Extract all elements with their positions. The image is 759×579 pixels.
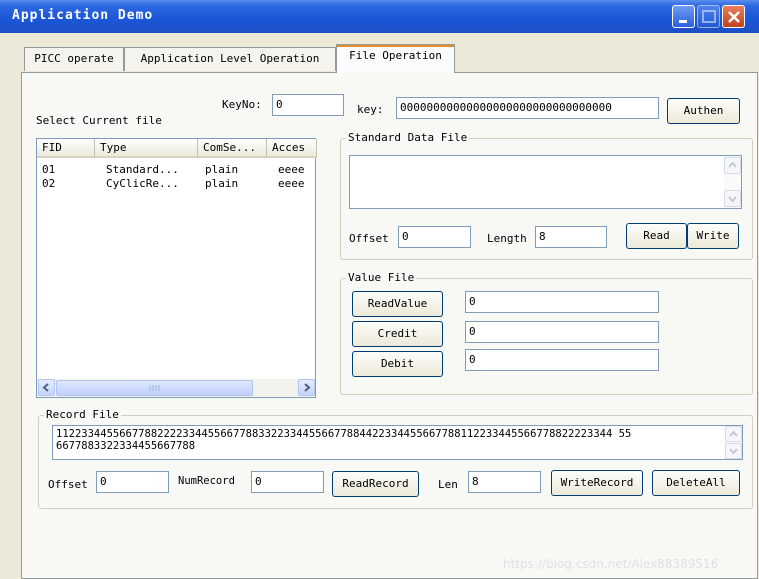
write-record-button[interactable]: WriteRecord — [551, 470, 643, 496]
read-value-button[interactable]: ReadValue — [352, 291, 443, 317]
keyno-label: KeyNo: — [222, 98, 262, 111]
key-input[interactable]: 00000000000000000000000000000000 — [396, 97, 659, 119]
grip-icon — [149, 385, 160, 391]
scroll-up-button[interactable] — [725, 426, 742, 442]
window-title: Application Demo — [12, 8, 154, 23]
record-file-content: 1122334455667788222233445566778833223344… — [53, 426, 742, 452]
arrow-down-icon — [728, 196, 737, 203]
record-line-1: 1122334455667788222233445566778833223344… — [56, 428, 632, 440]
cell-comset: plain — [205, 163, 239, 176]
length-label: Length — [487, 232, 527, 245]
read-record-button[interactable]: ReadRecord — [332, 471, 419, 497]
arrow-right-icon — [304, 383, 311, 392]
credit-button[interactable]: Credit — [352, 321, 443, 347]
scroll-thumb[interactable] — [56, 380, 253, 396]
offset-input[interactable]: 0 — [398, 226, 471, 248]
cell-fid: 02 — [42, 177, 56, 190]
table-row[interactable]: 02 CyClicRe... plain eeee — [37, 177, 315, 191]
record-offset-input[interactable]: 0 — [96, 471, 169, 493]
cell-type: Standard... — [106, 163, 179, 176]
close-button[interactable] — [722, 5, 745, 28]
standard-data-textarea[interactable] — [349, 155, 742, 209]
select-file-label: Select Current file — [36, 114, 162, 127]
authen-button[interactable]: Authen — [667, 98, 740, 124]
file-list[interactable]: FID Type ComSe... Acces 01 Standard... p… — [36, 138, 317, 398]
record-offset-label: Offset — [48, 478, 88, 491]
numrecord-label: NumRecord — [178, 475, 235, 487]
delete-all-button[interactable]: DeleteAll — [652, 470, 740, 496]
key-label: key: — [357, 103, 384, 116]
cell-fid: 01 — [42, 163, 56, 176]
arrow-left-icon — [42, 383, 49, 392]
cell-type: CyClicRe... — [106, 177, 179, 190]
table-row[interactable]: 01 Standard... plain eeee — [37, 163, 315, 177]
column-type[interactable]: Type — [95, 139, 198, 158]
keyno-input[interactable]: 0 — [272, 94, 344, 116]
maximize-button[interactable] — [697, 5, 720, 28]
watermark: https://blog.csdn.net/Alex88389516 — [503, 557, 719, 571]
cell-access: eeee — [278, 177, 305, 190]
read-button[interactable]: Read — [626, 223, 687, 249]
numrecord-input[interactable]: 0 — [251, 471, 324, 493]
credit-input[interactable]: 0 — [465, 321, 659, 343]
tab-picc-operate[interactable]: PICC operate — [24, 47, 124, 71]
len-label: Len — [438, 478, 458, 491]
arrow-down-icon — [729, 448, 738, 455]
record-file-legend: Record File — [44, 408, 121, 421]
minimize-icon — [679, 20, 687, 23]
maximize-icon — [702, 10, 716, 23]
tab-application-level-operation[interactable]: Application Level Operation — [124, 47, 336, 71]
len-input[interactable]: 8 — [468, 471, 541, 493]
minimize-button[interactable] — [672, 5, 695, 28]
column-fid[interactable]: FID — [37, 139, 95, 158]
scroll-right-button[interactable] — [298, 379, 315, 396]
cell-comset: plain — [205, 177, 239, 190]
cell-access: eeee — [278, 163, 305, 176]
debit-button[interactable]: Debit — [352, 351, 443, 377]
debit-input[interactable]: 0 — [465, 349, 659, 371]
column-access[interactable]: Acces — [267, 139, 317, 158]
arrow-up-icon — [728, 161, 737, 168]
file-list-header: FID Type ComSe... Acces — [37, 139, 317, 158]
scroll-left-button[interactable] — [38, 379, 55, 396]
column-comset[interactable]: ComSe... — [198, 139, 267, 158]
scroll-down-button[interactable] — [725, 443, 742, 459]
horizontal-scrollbar[interactable] — [37, 379, 315, 397]
length-input[interactable]: 8 — [535, 226, 607, 248]
vertical-scrollbar[interactable] — [725, 426, 742, 459]
read-value-input[interactable]: 0 — [465, 291, 659, 313]
offset-label: Offset — [349, 232, 389, 245]
tab-file-operation[interactable]: File Operation — [336, 44, 455, 73]
record-line-2: 6677883322334455667788 — [56, 440, 196, 452]
arrow-up-icon — [729, 430, 738, 437]
scroll-down-button[interactable] — [724, 190, 741, 207]
record-file-textarea[interactable]: 1122334455667788222233445566778833223344… — [52, 425, 743, 460]
scroll-up-button[interactable] — [724, 157, 741, 174]
write-button[interactable]: Write — [687, 223, 739, 249]
close-icon — [728, 11, 740, 23]
standard-data-file-legend: Standard Data File — [346, 131, 470, 144]
vertical-scrollbar[interactable] — [724, 156, 741, 208]
value-file-legend: Value File — [346, 271, 417, 284]
title-bar[interactable]: Application Demo — [0, 0, 759, 33]
